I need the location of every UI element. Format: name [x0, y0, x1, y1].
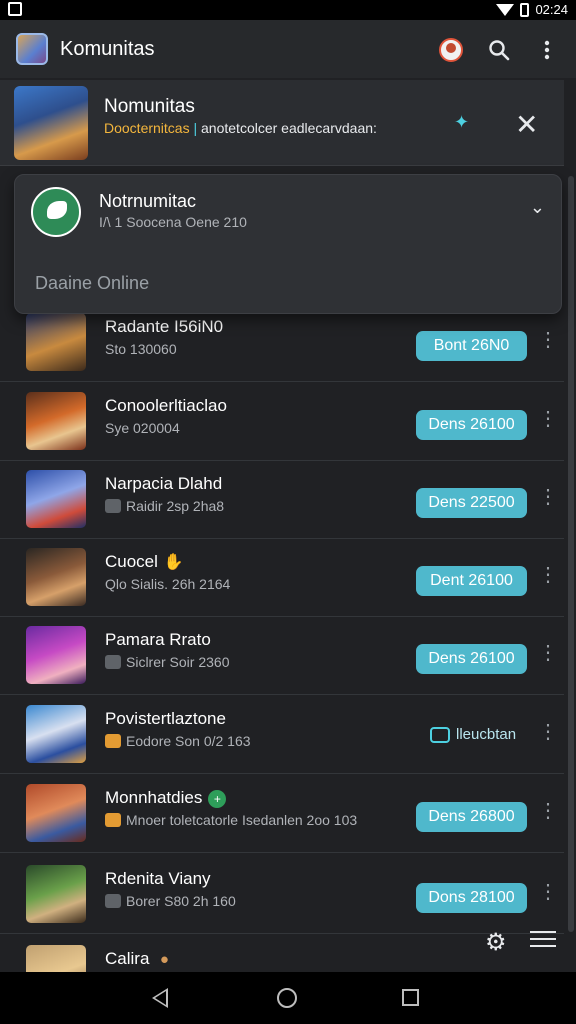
banner-subtitle: Doocternitcas | anotetcolcer eadlecarvda…: [104, 120, 377, 136]
more-vert-icon[interactable]: ⋮: [538, 565, 558, 585]
game-meta: Qlo Sialis. 26h 2164: [105, 576, 231, 592]
home-icon[interactable]: [277, 988, 297, 1008]
community-dropdown[interactable]: Notrnumitac I/\ 1 Soocena Oene 210 ⌄ Daa…: [14, 174, 562, 314]
more-vert-icon: [544, 40, 550, 60]
recent-apps-icon[interactable]: [402, 989, 419, 1006]
banner-subtitle-highlight: Doocternitcas: [104, 120, 190, 136]
link-icon: [430, 726, 450, 743]
sparkle-icon: ✦: [454, 112, 470, 132]
join-button[interactable]: Dens 26800: [416, 802, 527, 832]
list-item[interactable]: Radante I56iN0 Sto 130060 Bont 26N0 ⋮: [0, 304, 564, 382]
game-name: Povistertlaztone: [105, 709, 226, 728]
game-name: Rdenita Viany: [105, 869, 211, 888]
join-button[interactable]: Dons 28100: [416, 883, 527, 913]
game-meta: Sye 020004: [105, 420, 180, 436]
more-vert-icon[interactable]: ⋮: [538, 643, 558, 663]
list-item[interactable]: Conoolerltiaclao Sye 020004 Dens 26100 ⋮: [0, 383, 564, 461]
game-thumbnail: [26, 548, 86, 606]
tag-icon: [105, 655, 121, 669]
wifi-icon: [496, 3, 515, 16]
list-item[interactable]: Pamara Rrato Siclrer Soir 2360 Dens 2610…: [0, 617, 564, 695]
join-button[interactable]: Dent 26100: [416, 566, 527, 596]
more-vert-icon[interactable]: ⋮: [538, 487, 558, 507]
game-thumbnail: [26, 784, 86, 842]
game-name: Pamara Rrato: [105, 630, 211, 649]
close-button[interactable]: ✕: [515, 108, 538, 141]
game-name: Radante I56iN0: [105, 317, 224, 336]
game-name: Cuocel ✋: [105, 552, 184, 571]
list-item[interactable]: Rdenita Viany Borer S80 2h 160 Dons 2810…: [0, 856, 564, 934]
join-button[interactable]: Bont 26N0: [416, 331, 527, 361]
notification-icon: [8, 2, 22, 16]
online-status: Daaine Online: [35, 273, 150, 293]
tag-icon: [105, 499, 121, 513]
more-vert-icon[interactable]: ⋮: [538, 801, 558, 821]
game-thumbnail: [26, 392, 86, 450]
community-banner[interactable]: Nomunitas Doocternitcas | anotetcolcer e…: [0, 80, 564, 166]
chevron-down-icon[interactable]: ⌄: [530, 197, 545, 218]
separator: |: [193, 120, 198, 136]
list-item[interactable]: Monnhatdies + Mnoer toletcatorle Isedanle…: [0, 775, 564, 853]
more-vert-icon[interactable]: ⋮: [538, 722, 558, 742]
banner-subtitle-rest: anotetcolcer eadlecarvdaan:: [201, 120, 377, 136]
join-button[interactable]: Dens 26100: [416, 410, 527, 440]
plus-icon: +: [208, 789, 227, 808]
thumbs-up-icon: ✋: [163, 553, 184, 571]
game-name: Narpacia Dlahd: [105, 474, 223, 493]
scrollbar[interactable]: [568, 176, 574, 932]
more-vert-button[interactable]: [534, 37, 560, 63]
search-icon: [489, 40, 510, 61]
game-list: Radante I56iN0 Sto 130060 Bont 26N0 ⋮ Co…: [0, 304, 564, 972]
battery-icon: [520, 2, 530, 17]
community-icon: [31, 187, 81, 237]
join-button[interactable]: Dens 26100: [416, 644, 527, 674]
status-time: 02:24: [535, 2, 568, 17]
game-thumbnail: [26, 313, 86, 371]
page-title: Komunitas: [60, 37, 155, 60]
status-bar: 02:24: [0, 0, 576, 20]
game-thumbnail: [26, 865, 86, 923]
game-meta: Mnoer toletcatorle Isedanlen 2oo 103: [105, 812, 357, 828]
game-thumbnail: [26, 626, 86, 684]
system-nav-bar: [0, 972, 576, 1024]
avatar-icon: [439, 38, 463, 62]
join-button[interactable]: Dens 22500: [416, 488, 527, 518]
game-meta: Eodore Son 0/2 163: [105, 733, 251, 749]
tag-icon: [105, 734, 121, 748]
emoji-icon: ●: [159, 950, 169, 968]
menu-icon[interactable]: [530, 926, 556, 952]
dropdown-title: Notrnumitac: [99, 191, 197, 211]
more-vert-icon[interactable]: ⋮: [538, 330, 558, 350]
back-icon[interactable]: [152, 988, 168, 1008]
game-meta: Raidir 2sp 2ha8: [105, 498, 224, 514]
app-bar: Komunitas: [0, 20, 576, 78]
game-thumbnail: [26, 470, 86, 528]
more-vert-icon[interactable]: ⋮: [538, 409, 558, 429]
list-item[interactable]: Cuocel ✋ Qlo Sialis. 26h 2164 Dent 26100 …: [0, 539, 564, 617]
dropdown-subtitle: I/\ 1 Soocena Oene 210: [99, 214, 247, 230]
game-name: Calira ●: [105, 949, 173, 969]
tag-icon: [105, 894, 121, 908]
game-name: Monnhatdies +: [105, 788, 227, 808]
list-item[interactable]: Calira ●: [0, 936, 564, 972]
list-item[interactable]: Povistertlaztone Eodore Son 0/2 163 lleu…: [0, 696, 564, 774]
search-button[interactable]: [486, 37, 512, 63]
avatar-button[interactable]: [438, 37, 464, 63]
app-logo-icon: [16, 33, 48, 65]
banner-image: [14, 86, 88, 160]
game-meta: Sto 130060: [105, 341, 177, 357]
game-meta: Borer S80 2h 160: [105, 893, 236, 909]
banner-title: Nomunitas: [104, 96, 195, 117]
more-vert-icon[interactable]: ⋮: [538, 882, 558, 902]
game-thumbnail: [26, 705, 86, 763]
game-thumbnail: [26, 945, 86, 972]
tag-icon: [105, 813, 121, 827]
list-item[interactable]: Narpacia Dlahd Raidir 2sp 2ha8 Dens 2250…: [0, 461, 564, 539]
game-name: Conoolerltiaclao: [105, 396, 227, 415]
settings-gear-icon[interactable]: ⚙: [485, 928, 507, 957]
link-button[interactable]: lleucbtan: [430, 726, 516, 743]
game-meta: Siclrer Soir 2360: [105, 654, 230, 670]
